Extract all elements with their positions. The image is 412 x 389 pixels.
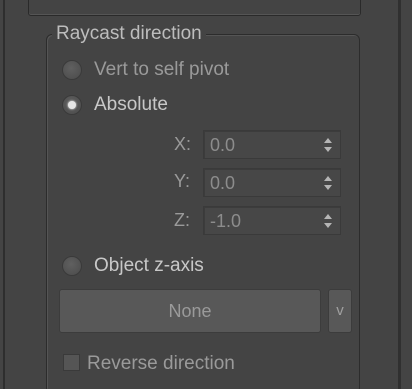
reverse-direction-checkbox[interactable] — [63, 354, 80, 371]
object-z-axis-label: Object z-axis — [94, 255, 204, 276]
group-title: Raycast direction — [52, 22, 206, 46]
previous-group-frame — [28, 0, 361, 16]
reverse-direction-label: Reverse direction — [87, 353, 235, 374]
object-z-axis-radio[interactable] — [62, 256, 82, 276]
object-picker-button[interactable]: None — [59, 289, 321, 333]
y-axis-label: Y: — [174, 171, 191, 191]
panel-right-edge — [398, 0, 401, 389]
x-value[interactable]: 0.0 — [210, 134, 235, 156]
object-picker-dropdown-button[interactable]: v — [328, 289, 352, 333]
z-spinner[interactable]: -1.0 — [203, 206, 341, 235]
y-spinner[interactable]: 0.0 — [203, 168, 341, 197]
vert-to-self-pivot-label: Vert to self pivot — [94, 59, 230, 80]
y-value[interactable]: 0.0 — [210, 172, 235, 194]
spinner-arrows-icon[interactable] — [324, 138, 332, 152]
x-spinner[interactable]: 0.0 — [203, 130, 341, 159]
absolute-radio[interactable] — [62, 95, 82, 115]
spinner-arrows-icon[interactable] — [324, 214, 332, 228]
spinner-arrows-icon[interactable] — [324, 176, 332, 190]
z-axis-label: Z: — [174, 210, 190, 230]
absolute-label: Absolute — [94, 94, 168, 115]
vert-to-self-pivot-radio[interactable] — [62, 60, 82, 80]
panel-left-edge — [3, 0, 5, 389]
x-axis-label: X: — [174, 134, 192, 154]
raycast-panel: Raycast direction Vert to self pivot Abs… — [0, 0, 412, 389]
z-value[interactable]: -1.0 — [210, 210, 241, 232]
